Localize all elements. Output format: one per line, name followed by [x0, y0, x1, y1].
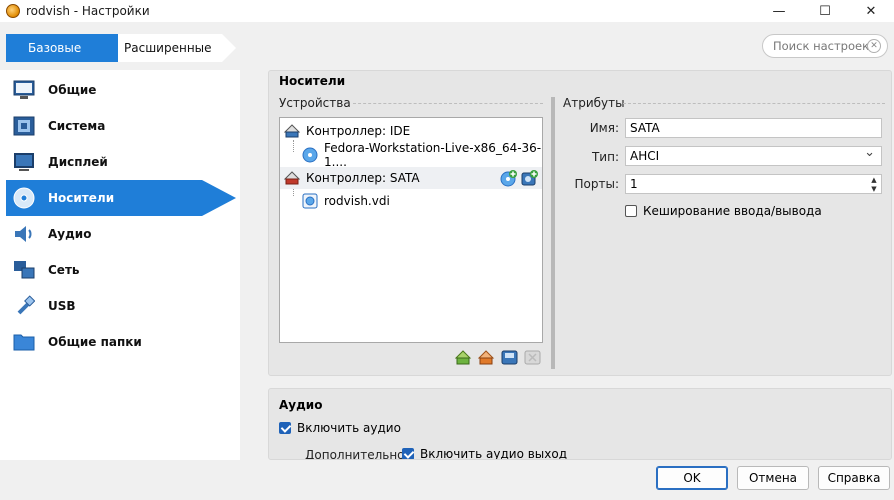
sidebar-item-storage[interactable]: Носители: [6, 180, 236, 216]
general-icon: [12, 79, 36, 101]
tree-item-label: Fedora-Workstation-Live-x86_64-36-1....: [324, 141, 542, 169]
sidebar-item-system[interactable]: Система: [6, 108, 236, 144]
usb-icon: [12, 295, 36, 317]
add-optical-drive-icon[interactable]: [500, 170, 517, 190]
settings-sidebar: Общие Система Дисплей Носители Аудио Сет…: [0, 70, 240, 460]
sidebar-item-label: Общие: [48, 83, 97, 97]
sidebar-item-label: Носители: [48, 191, 115, 205]
enable-audio-checkbox[interactable]: [279, 422, 291, 434]
tree-item-optical-disc[interactable]: Fedora-Workstation-Live-x86_64-36-1....: [280, 141, 542, 169]
display-icon: [12, 151, 36, 173]
attributes-group-divider: [623, 103, 885, 104]
storage-panel: Носители Устройства Контроллер: IDE Fedo…: [268, 70, 892, 376]
sidebar-item-label: Система: [48, 119, 106, 133]
sidebar-item-label: Аудио: [48, 227, 92, 241]
tab-advanced[interactable]: Расширенные: [118, 34, 236, 62]
step-down-icon[interactable]: ▼: [867, 184, 881, 193]
audio-panel-title: Аудио: [279, 398, 323, 412]
virtualbox-app-icon: [6, 4, 20, 18]
window-title: rodvish - Настройки: [26, 4, 150, 18]
tree-item-hard-disk[interactable]: rodvish.vdi: [280, 190, 542, 212]
sidebar-item-display[interactable]: Дисплей: [6, 144, 236, 180]
audio-extra-label: Дополнительно:: [305, 448, 409, 460]
network-icon: [12, 259, 36, 281]
type-select-value: AHCI: [630, 149, 660, 163]
window-controls: — ☐ ✕: [756, 0, 894, 22]
io-cache-checkbox[interactable]: [625, 205, 637, 217]
mode-bar: Базовые Расширенные Поиск настроек ✕: [0, 30, 894, 66]
audio-panel: Аудио Включить аудио Дополнительно: Вклю…: [268, 388, 892, 460]
storage-icon: [12, 187, 36, 209]
audio-icon: [12, 223, 36, 245]
audio-output-checkbox[interactable]: [402, 448, 414, 459]
sidebar-item-label: Сеть: [48, 263, 80, 277]
dialog-button-bar: OK Отмена Справка: [0, 460, 894, 500]
enable-audio-label: Включить аудио: [297, 421, 401, 435]
sidebar-item-label: USB: [48, 299, 76, 313]
ports-spinbox[interactable]: 1 ▲ ▼: [625, 174, 882, 194]
clear-search-icon[interactable]: ✕: [867, 39, 881, 53]
tree-item-label: rodvish.vdi: [324, 194, 390, 208]
step-up-icon[interactable]: ▲: [867, 175, 881, 184]
storage-panel-title: Носители: [279, 74, 346, 88]
sidebar-item-label: Общие папки: [48, 335, 142, 349]
add-controller-icon[interactable]: [454, 349, 472, 366]
tree-item-sata-controller[interactable]: Контроллер: SATA: [280, 167, 542, 189]
tree-item-label: Контроллер: IDE: [306, 124, 411, 138]
help-button[interactable]: Справка: [818, 466, 890, 490]
name-label: Имя:: [589, 121, 619, 135]
cancel-button[interactable]: Отмена: [737, 466, 809, 490]
remove-attachment-icon[interactable]: [524, 349, 541, 366]
storage-devices-tree[interactable]: Контроллер: IDE Fedora-Workstation-Live-…: [279, 117, 543, 343]
ok-button[interactable]: OK: [656, 466, 728, 490]
type-label: Тип:: [591, 150, 619, 164]
type-select[interactable]: AHCI: [625, 145, 882, 166]
io-cache-checkbox-row[interactable]: Кеширование ввода/вывода: [625, 204, 822, 218]
tree-item-label: Контроллер: SATA: [306, 171, 420, 185]
ports-stepper[interactable]: ▲ ▼: [867, 175, 881, 193]
audio-output-row[interactable]: Включить аудио выход: [402, 447, 568, 460]
optical-disc-icon: [302, 147, 318, 163]
search-placeholder: Поиск настроек: [773, 39, 870, 53]
sidebar-item-shared-folders[interactable]: Общие папки: [6, 324, 236, 360]
storage-toolbar: [454, 349, 541, 366]
minimize-button[interactable]: —: [756, 0, 802, 22]
sidebar-item-audio[interactable]: Аудио: [6, 216, 236, 252]
add-attachment-icon[interactable]: [501, 349, 518, 366]
title-bar: rodvish - Настройки — ☐ ✕: [0, 0, 894, 22]
tab-basic[interactable]: Базовые: [6, 34, 132, 62]
enable-audio-row[interactable]: Включить аудио: [279, 421, 401, 435]
devices-group-label: Устройства: [279, 96, 351, 110]
add-hard-disk-icon[interactable]: [521, 170, 538, 190]
name-field[interactable]: SATA: [625, 118, 882, 138]
hard-disk-icon: [302, 193, 318, 209]
ide-controller-icon: [284, 123, 300, 139]
name-field-value: SATA: [630, 121, 660, 135]
maximize-button[interactable]: ☐: [802, 0, 848, 22]
attributes-group-label: Атрибуты: [563, 96, 625, 110]
sidebar-item-label: Дисплей: [48, 155, 108, 169]
ports-label: Порты:: [574, 177, 620, 191]
devices-group-divider: [353, 103, 543, 104]
system-icon: [12, 115, 36, 137]
ports-spinbox-value: 1: [630, 177, 638, 191]
sata-controller-icon: [284, 170, 300, 186]
sidebar-item-network[interactable]: Сеть: [6, 252, 236, 288]
sidebar-item-general[interactable]: Общие: [6, 72, 236, 108]
panel-splitter[interactable]: [551, 97, 555, 369]
shared-folders-icon: [12, 331, 36, 353]
remove-controller-icon[interactable]: [477, 349, 495, 366]
tree-item-ide-controller[interactable]: Контроллер: IDE: [280, 120, 542, 142]
settings-search-input[interactable]: Поиск настроек ✕: [762, 34, 888, 58]
io-cache-label: Кеширование ввода/вывода: [643, 204, 822, 218]
close-button[interactable]: ✕: [848, 0, 894, 22]
audio-output-label: Включить аудио выход: [420, 447, 568, 460]
sidebar-item-usb[interactable]: USB: [6, 288, 236, 324]
